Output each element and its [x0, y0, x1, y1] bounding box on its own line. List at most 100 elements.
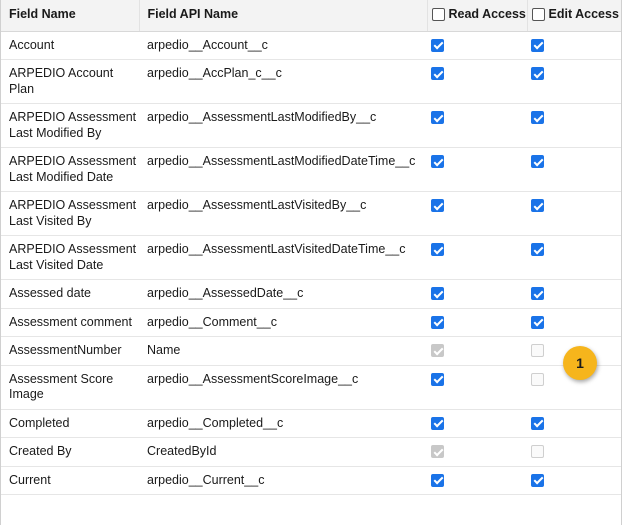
- edit-access-checkbox[interactable]: [531, 287, 544, 300]
- column-header-edit-access: Edit Access: [526, 0, 621, 32]
- field-name-cell: Assessed date: [1, 279, 139, 309]
- edit-access-cell: [527, 437, 621, 467]
- read-access-checkbox[interactable]: [431, 473, 444, 487]
- field-name-cell: ARPEDIO Assessment Last Visited By: [1, 191, 139, 236]
- field-api-name-cell: arpedio__AssessmentLastVisitedDateTime__…: [139, 235, 427, 280]
- edit-access-cell: [527, 466, 621, 495]
- field-api-name-cell: arpedio__Comment__c: [139, 308, 427, 337]
- read-access-checkbox[interactable]: [431, 243, 444, 256]
- field-api-name-cell: Name: [139, 336, 427, 366]
- callout-badge: 1: [563, 346, 597, 380]
- edit-access-cell: [527, 235, 621, 280]
- read-access-cell: [427, 365, 527, 410]
- table-body: Account arpedio__Account__c ARPEDIO Accoun…: [1, 31, 621, 495]
- read-access-cell: [427, 409, 527, 438]
- table-row: Created By CreatedById: [1, 437, 621, 467]
- edit-access-cell: [527, 279, 621, 309]
- column-header-read-access: Read Access: [426, 0, 527, 32]
- field-api-name-cell: arpedio__AssessmentScoreImage__c: [139, 365, 427, 410]
- field-name-cell: Current: [1, 466, 139, 495]
- field-api-name-cell: arpedio__AssessmentLastModifiedDateTime_…: [139, 147, 427, 192]
- read-access-cell: [427, 279, 527, 309]
- field-name-cell: ARPEDIO Account Plan: [1, 59, 139, 104]
- field-name-cell: ARPEDIO Assessment Last Visited Date: [1, 235, 139, 280]
- table-row: Assessed date arpedio__AssessedDate__c: [1, 279, 621, 309]
- field-name-cell: AssessmentNumber: [1, 336, 139, 366]
- field-api-name-cell: arpedio__AssessedDate__c: [139, 279, 427, 309]
- table-row: Account arpedio__Account__c: [1, 31, 621, 60]
- edit-access-cell: [527, 59, 621, 104]
- field-name-cell: Created By: [1, 437, 139, 467]
- edit-access-checkbox: [531, 344, 544, 357]
- edit-access-checkbox[interactable]: [531, 111, 544, 124]
- field-name-cell: Completed: [1, 409, 139, 438]
- read-access-checkbox[interactable]: [431, 372, 444, 386]
- read-access-checkbox: [431, 344, 444, 357]
- edit-access-cell: [527, 308, 621, 337]
- edit-access-checkbox: [531, 372, 544, 386]
- column-header-field-name: Field Name: [1, 0, 139, 32]
- edit-access-checkbox[interactable]: [531, 155, 544, 168]
- edit-access-checkbox[interactable]: [531, 416, 544, 430]
- read-access-checkbox[interactable]: [431, 67, 444, 80]
- edit-access-checkbox[interactable]: [531, 38, 544, 52]
- edit-access-checkbox[interactable]: [531, 315, 544, 329]
- edit-access-cell: [527, 147, 621, 192]
- read-access-checkbox[interactable]: [431, 38, 444, 52]
- edit-access-checkbox[interactable]: [531, 243, 544, 256]
- read-access-cell: [427, 466, 527, 495]
- field-api-name-cell: arpedio__AssessmentLastModifiedBy__c: [139, 103, 427, 148]
- field-name-cell: ARPEDIO Assessment Last Modified By: [1, 103, 139, 148]
- field-api-name-cell: arpedio__Account__c: [139, 31, 427, 60]
- field-permissions-panel: Field Name Field API Name Read Access Ed…: [0, 0, 622, 525]
- column-header-field-api-name: Field API Name: [138, 0, 427, 32]
- table-row: Current arpedio__Current__c: [1, 466, 621, 495]
- edit-access-cell: [527, 103, 621, 148]
- read-access-checkbox[interactable]: [431, 155, 444, 168]
- select-all-edit-checkbox[interactable]: [531, 8, 545, 21]
- edit-access-cell: [527, 409, 621, 438]
- read-access-cell: [427, 31, 527, 60]
- read-access-cell: [427, 191, 527, 236]
- read-access-checkbox[interactable]: [431, 199, 444, 212]
- table-row: ARPEDIO Assessment Last Visited Date arpe…: [1, 235, 621, 280]
- field-name-cell: Account: [1, 31, 139, 60]
- field-name-cell: Assessment Score Image: [1, 365, 139, 410]
- edit-access-checkbox[interactable]: [531, 67, 544, 80]
- table-row: AssessmentNumber Name: [1, 336, 621, 366]
- table-row: ARPEDIO Assessment Last Visited By arpedi…: [1, 191, 621, 236]
- field-api-name-cell: arpedio__Current__c: [139, 466, 427, 495]
- field-permissions-table: Field Name Field API Name Read Access Ed…: [1, 0, 621, 495]
- edit-access-checkbox: [531, 445, 544, 458]
- table-row: ARPEDIO Account Plan arpedio__AccPlan_c__…: [1, 59, 621, 104]
- read-access-checkbox[interactable]: [431, 111, 444, 124]
- table-row: ARPEDIO Assessment Last Modified By arped…: [1, 103, 621, 148]
- read-access-checkbox: [431, 445, 444, 458]
- table-row: Completed arpedio__Completed__c: [1, 409, 621, 438]
- field-api-name-cell: arpedio__Completed__c: [139, 409, 427, 438]
- field-api-name-cell: arpedio__AssessmentLastVisitedBy__c: [139, 191, 427, 236]
- read-access-checkbox[interactable]: [431, 287, 444, 300]
- field-api-name-cell: arpedio__AccPlan_c__c: [139, 59, 427, 104]
- table-row: ARPEDIO Assessment Last Modified Date arp…: [1, 147, 621, 192]
- read-access-cell: [427, 437, 527, 467]
- read-access-checkbox[interactable]: [431, 315, 444, 329]
- select-all-read-checkbox[interactable]: [431, 8, 445, 21]
- edit-access-checkbox[interactable]: [531, 199, 544, 212]
- table-header: Field Name Field API Name Read Access Ed…: [1, 0, 621, 32]
- read-access-cell: [427, 59, 527, 104]
- read-access-cell: [427, 235, 527, 280]
- field-api-name-cell: CreatedById: [139, 437, 427, 467]
- read-access-cell: [427, 308, 527, 337]
- field-name-cell: ARPEDIO Assessment Last Modified Date: [1, 147, 139, 192]
- read-access-cell: [427, 336, 527, 366]
- table-row: Assessment comment arpedio__Comment__c: [1, 308, 621, 337]
- read-access-cell: [427, 103, 527, 148]
- edit-access-checkbox[interactable]: [531, 473, 544, 487]
- table-row: Assessment Score Image arpedio__Assessmen…: [1, 365, 621, 410]
- read-access-cell: [427, 147, 527, 192]
- edit-access-cell: [527, 191, 621, 236]
- field-name-cell: Assessment comment: [1, 308, 139, 337]
- read-access-checkbox[interactable]: [431, 416, 444, 430]
- edit-access-cell: [527, 31, 621, 60]
